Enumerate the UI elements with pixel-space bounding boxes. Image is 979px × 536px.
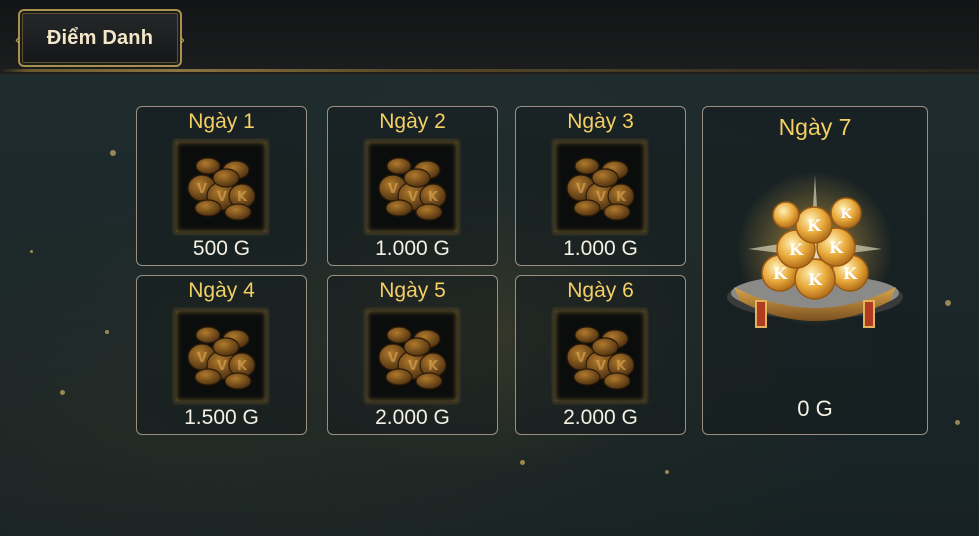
day-card-4[interactable]: Ngày 4 VVK 1.500 G [136, 275, 307, 435]
sparkle [955, 420, 960, 425]
reward-slot: VVK [365, 309, 459, 403]
gold-coins-icon: VVK [369, 313, 455, 404]
tab-notch-right-icon: › [180, 31, 185, 47]
gold-coins-icon: VVK [369, 144, 455, 235]
reward-amount: 500 G [192, 237, 251, 260]
reward-amount: 1.000 G [563, 237, 638, 260]
day-label: Ngày 3 [567, 110, 634, 133]
day-card-1[interactable]: Ngày 1 VVK 500 G [136, 106, 307, 266]
svg-text:V: V [388, 351, 398, 366]
gold-coins-icon: VVK [178, 313, 264, 404]
svg-text:K: K [616, 190, 627, 205]
svg-text:V: V [596, 359, 606, 374]
svg-text:K: K [829, 238, 844, 257]
day-card-7[interactable]: Ngày 7 K K K K K K K 0 G [702, 106, 928, 435]
svg-text:K: K [807, 216, 822, 235]
svg-text:V: V [217, 190, 227, 205]
reward-slot: VVK [174, 140, 268, 234]
day-card-2[interactable]: Ngày 2 VVK 1.000 G [327, 106, 498, 266]
svg-text:K: K [616, 359, 627, 374]
reward-amount: 2.000 G [563, 406, 638, 429]
gold-coins-icon: VVK [557, 313, 643, 404]
svg-text:K: K [789, 240, 804, 259]
svg-text:K: K [808, 270, 823, 289]
reward-amount: 1.000 G [375, 237, 450, 260]
reward-slot: VVK [365, 140, 459, 234]
day-label: Ngày 4 [188, 279, 255, 302]
day-label: Ngày 6 [567, 279, 634, 302]
svg-text:V: V [217, 359, 227, 374]
svg-text:V: V [388, 182, 398, 197]
svg-text:K: K [237, 359, 248, 374]
day-label: Ngày 7 [778, 114, 852, 140]
tab-notch-left-icon: ‹ [15, 31, 20, 47]
reward-slot: VVK [553, 140, 647, 234]
svg-text:V: V [576, 351, 586, 366]
svg-text:V: V [408, 190, 418, 205]
day-label: Ngày 5 [379, 279, 446, 302]
day-label: Ngày 2 [379, 110, 446, 133]
svg-text:V: V [197, 351, 207, 366]
svg-text:K: K [237, 190, 248, 205]
sparkle [110, 150, 116, 156]
treasure-chest-icon: KK KK KK K [727, 171, 903, 328]
svg-text:V: V [576, 182, 586, 197]
sparkle [105, 330, 109, 334]
day-card-3[interactable]: Ngày 3 VVK 1.000 G [515, 106, 686, 266]
svg-text:K: K [773, 264, 788, 283]
svg-text:V: V [596, 190, 606, 205]
reward-slot: VVK [553, 309, 647, 403]
title-tab[interactable]: ‹ Điểm Danh › [15, 9, 185, 67]
gold-coins-icon: VVK [557, 144, 643, 235]
svg-text:V: V [408, 359, 418, 374]
sparkle [665, 470, 669, 474]
svg-text:K: K [840, 207, 852, 222]
day-label: Ngày 1 [188, 110, 255, 133]
sparkle [520, 460, 525, 465]
gold-coins-icon: VVK [178, 144, 264, 235]
day-card-6[interactable]: Ngày 6 VVK 2.000 G [515, 275, 686, 435]
reward-amount: 1.500 G [184, 406, 259, 429]
svg-text:K: K [428, 190, 439, 205]
sparkle [30, 250, 33, 253]
header-divider [0, 69, 979, 72]
day-card-5[interactable]: Ngày 5 VVK 2.000 G [327, 275, 498, 435]
page-title: Điểm Danh [46, 26, 154, 49]
svg-text:V: V [197, 182, 207, 197]
svg-text:K: K [843, 264, 858, 283]
sparkle [60, 390, 65, 395]
svg-text:K: K [428, 359, 439, 374]
reward-slot: VVK [174, 309, 268, 403]
reward-amount: 2.000 G [375, 406, 450, 429]
sparkle [945, 300, 951, 306]
reward-amount: 0 G [797, 396, 833, 421]
